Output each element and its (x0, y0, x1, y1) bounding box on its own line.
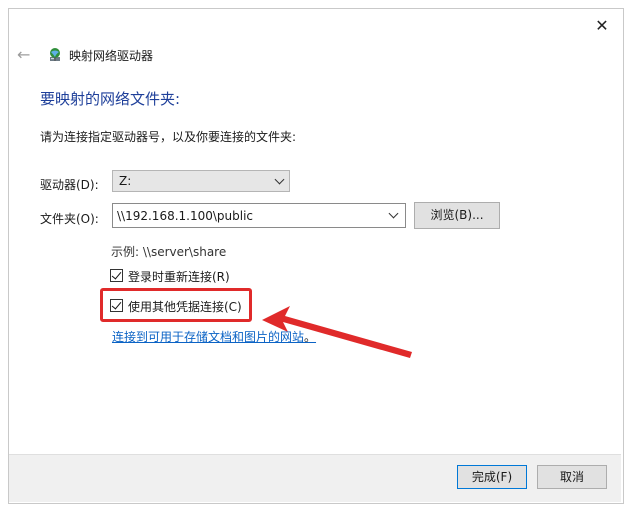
close-icon: ✕ (595, 16, 609, 35)
browse-button[interactable]: 浏览(B)... (414, 202, 500, 229)
close-button[interactable]: ✕ (589, 15, 615, 37)
folder-input-value[interactable]: \\192.168.1.100\public (117, 209, 253, 223)
folder-label: 文件夹(O): (40, 212, 99, 226)
back-arrow-icon: ← (17, 45, 31, 64)
website-link[interactable]: 连接到可用于存储文档和图片的网站。 (112, 328, 316, 345)
page-heading: 要映射的网络文件夹: (40, 90, 181, 108)
annotation-highlight-box (100, 288, 252, 322)
example-text: 示例: \\server\share (111, 245, 227, 259)
reconnect-label: 登录时重新连接(R) (128, 270, 230, 284)
chevron-down-icon[interactable] (388, 208, 399, 219)
drive-select-value: Z: (119, 174, 132, 188)
back-button[interactable]: ← (17, 47, 37, 63)
folder-combobox[interactable]: \\192.168.1.100\public (112, 203, 406, 228)
chevron-down-icon (274, 174, 285, 185)
drive-select[interactable]: Z: (112, 170, 290, 192)
link-suffix: 。 (304, 330, 317, 344)
map-network-drive-dialog: ✕ ← 映射网络驱动器 (8, 8, 624, 504)
checkmark-icon (111, 269, 122, 280)
drive-label: 驱动器(D): (40, 178, 99, 192)
window-title: 映射网络驱动器 (69, 49, 154, 63)
network-drive-icon (50, 48, 60, 61)
instruction-text: 请为连接指定驱动器号，以及你要连接的文件夹: (40, 130, 297, 144)
reconnect-checkbox[interactable] (110, 269, 123, 282)
website-link-text[interactable]: 连接到可用于存储文档和图片的网站 (112, 330, 304, 344)
